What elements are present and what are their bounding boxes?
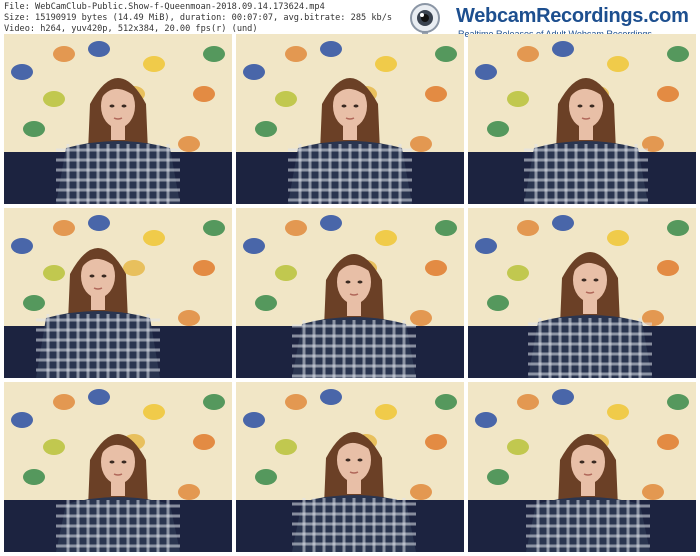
- thumbnail-frame-8: [236, 382, 464, 552]
- thumbnail-frame-1: [4, 34, 232, 204]
- thumbnail-frame-5: [236, 208, 464, 378]
- thumbnail-frame-9: [468, 382, 696, 552]
- thumbnail-frame-3: [468, 34, 696, 204]
- contact-sheet-header: File: WebCamClub-Public.Show-f-Queenmoan…: [0, 0, 700, 44]
- file-name-text: File: WebCamClub-Public.Show-f-Queenmoan…: [4, 2, 325, 12]
- thumbnail-frame-4: [4, 208, 232, 378]
- thumbnail-frame-2: [236, 34, 464, 204]
- thumbnail-grid: [4, 34, 696, 554]
- logo-title: WebcamRecordings.com: [456, 5, 689, 27]
- thumbnail-frame-7: [4, 382, 232, 552]
- file-size-text: Size: 15190919 bytes (14.49 MiB), durati…: [4, 13, 393, 23]
- thumbnail-frame-6: [468, 208, 696, 378]
